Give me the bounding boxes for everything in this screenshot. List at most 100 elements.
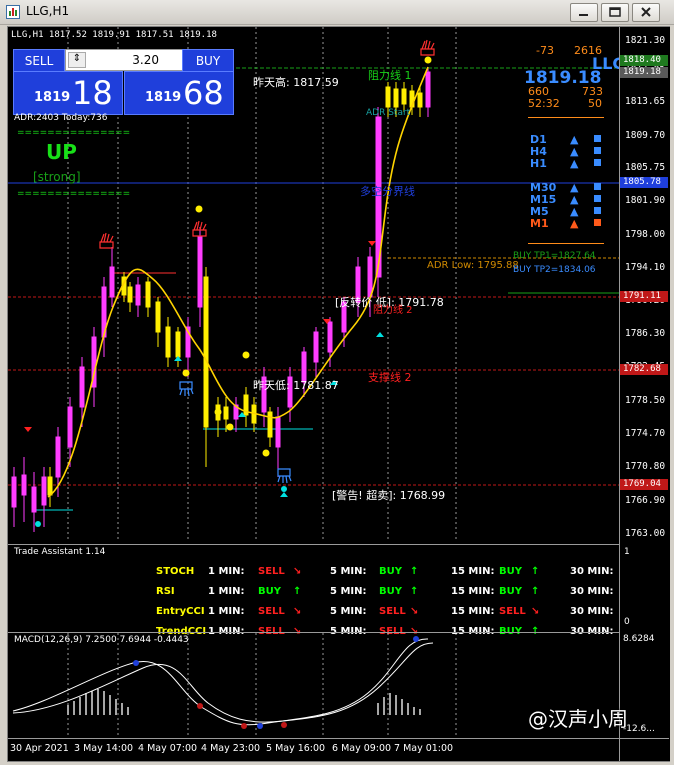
maximize-button[interactable] bbox=[601, 3, 629, 22]
indicator-name: STOCH bbox=[156, 566, 195, 577]
ask-big-digits: 68 bbox=[183, 74, 224, 112]
price-level-tag: 1819.18 bbox=[620, 67, 668, 78]
price-tick-label: 1763.00 bbox=[625, 528, 666, 539]
price-tick-label: 1821.30 bbox=[625, 35, 666, 46]
timeframe-row-m1: M1 ▲ bbox=[528, 217, 608, 230]
dashboard-row3-right: 50 bbox=[588, 97, 602, 110]
signal-value: SELL bbox=[499, 606, 526, 617]
time-axis-label: 5 May 16:00 bbox=[266, 743, 326, 754]
arrow-down-right-icon: ↘ bbox=[293, 566, 302, 577]
time-axis-label: 3 May 14:00 bbox=[74, 743, 134, 754]
timeframe-label: 15 MIN: bbox=[451, 586, 495, 597]
indicator-row-rsi: RSI 1 MIN: BUY ↑ 5 MIN: BUY ↑ 15 MIN: BUY ↑ 30 MIN… bbox=[8, 583, 619, 601]
lot-size-value: 3.20 bbox=[132, 53, 159, 67]
timeframe-label: 5 MIN: bbox=[330, 606, 367, 617]
price-level-tag: 1769.04 bbox=[620, 479, 668, 490]
chart-area[interactable]: LLG,H1 1817.52 1819.91 1817.51 1819.18 S… bbox=[7, 26, 670, 762]
window-title: LLG,H1 bbox=[26, 4, 70, 18]
price-tick-label: 1798.00 bbox=[625, 229, 666, 240]
macd-signal-line bbox=[12, 642, 434, 723]
watermark: @汉声小周 bbox=[528, 707, 628, 731]
status-square-icon bbox=[594, 207, 601, 214]
time-axis-label: 4 May 07:00 bbox=[138, 743, 198, 754]
minimize-icon bbox=[579, 14, 588, 16]
trend-divider-top: =============== bbox=[17, 128, 131, 138]
signal-value: SELL bbox=[379, 606, 406, 617]
indicator-row-stoch: STOCH 1 MIN: SELL ↘ 5 MIN: BUY ↑ 15 MIN: BUY ↑ 30 … bbox=[8, 563, 619, 581]
timeframe-name: H1 bbox=[530, 157, 547, 170]
indicator-row-entrycci: EntryCCI 1 MIN: SELL ↘ 5 MIN: SELL ↘ 15 MIN: SEL… bbox=[8, 603, 619, 621]
timeframe-label: 15 MIN: bbox=[451, 566, 495, 577]
arrow-up-icon: ↑ bbox=[293, 586, 302, 597]
arrow-up-icon: ▲ bbox=[570, 217, 579, 230]
price-tick-label: 1766.90 bbox=[625, 495, 666, 506]
timeframe-row-h4: H4 ▲ bbox=[528, 145, 608, 158]
yesterday-low-label: 昨天低: 1781.87 bbox=[253, 379, 339, 392]
resistance2-label: 阻力线 2 bbox=[373, 305, 413, 316]
close-button[interactable] bbox=[632, 3, 660, 22]
price-tick-label: 1770.80 bbox=[625, 461, 666, 472]
dashboard-divider bbox=[528, 117, 604, 118]
timeframe-label: 1 MIN: bbox=[208, 606, 245, 617]
status-square-icon bbox=[594, 219, 601, 226]
time-axis: 30 Apr 2021 3 May 14:00 4 May 07:00 4 May 2… bbox=[8, 738, 669, 762]
price-tick-label: 1774.70 bbox=[625, 428, 666, 439]
lot-size-input[interactable]: ⇕ 3.20 bbox=[65, 49, 184, 71]
minimize-button[interactable] bbox=[570, 3, 598, 22]
price-tick-label: 1801.90 bbox=[625, 195, 666, 206]
time-axis-label: 6 May 09:00 bbox=[332, 743, 392, 754]
status-square-icon bbox=[594, 183, 601, 190]
timeframe-label: 30 MIN: bbox=[570, 566, 614, 577]
signal-value: BUY bbox=[499, 586, 522, 597]
status-square-icon bbox=[594, 147, 601, 154]
macd-cross-markers bbox=[133, 636, 419, 729]
bid-big-digits: 18 bbox=[72, 74, 113, 112]
support2-label: 支撑线 2 bbox=[368, 371, 412, 384]
price-pane[interactable]: LLG,H1 1817.52 1819.91 1817.51 1819.18 S… bbox=[8, 27, 626, 541]
ask-quote-button[interactable]: 1819 68 bbox=[124, 71, 234, 115]
buy-button[interactable]: BUY bbox=[182, 49, 234, 73]
macd-axis-top: 8.6284 bbox=[623, 634, 655, 644]
ask-prefix: 1819 bbox=[145, 90, 182, 105]
trend-divider-bottom: =============== bbox=[17, 189, 131, 199]
signal-value: BUY bbox=[499, 566, 522, 577]
adr-start-label: ADR Start bbox=[366, 108, 411, 118]
price-level-tag: 1791.11 bbox=[620, 291, 668, 302]
timeframe-row-h1: H1 ▲ bbox=[528, 157, 608, 170]
arrow-down-right-icon: ↘ bbox=[410, 606, 419, 617]
dashboard-row3-left: 52:32 bbox=[528, 97, 560, 110]
time-axis-label: 4 May 23:00 bbox=[201, 743, 261, 754]
sell-button[interactable]: SELL bbox=[13, 49, 65, 73]
bull-bear-label: 多空分界线 bbox=[360, 185, 415, 198]
signal-value: BUY bbox=[379, 586, 402, 597]
timeframe-label: 30 MIN: bbox=[570, 586, 614, 597]
signal-value: BUY bbox=[258, 586, 281, 597]
timeframe-name: M1 bbox=[530, 217, 549, 230]
bid-prefix: 1819 bbox=[34, 90, 71, 105]
status-square-icon bbox=[594, 195, 601, 202]
yesterday-high-label: 昨天高: 1817.59 bbox=[253, 76, 339, 89]
bid-quote-button[interactable]: 1819 18 bbox=[13, 71, 123, 115]
lot-spinner-icon[interactable]: ⇕ bbox=[68, 52, 86, 68]
buy-tp2-label: BUY TP2=1834.06 bbox=[513, 265, 596, 275]
signal-value: SELL bbox=[258, 566, 285, 577]
resistance1-label: 阻力线 1 bbox=[368, 69, 412, 82]
adr-info: ADR:2403 Today:736 bbox=[14, 113, 108, 123]
adr-low-label: ADR Low: 1795.88 bbox=[427, 260, 519, 271]
price-level-tag: 1782.68 bbox=[620, 364, 668, 375]
signal-value: BUY bbox=[379, 566, 402, 577]
title-bar: LLG,H1 bbox=[0, 0, 674, 25]
trend-direction: UP bbox=[46, 140, 77, 164]
macd-main-line bbox=[12, 638, 429, 726]
arrow-down-right-icon: ↘ bbox=[293, 606, 302, 617]
indicator-name: EntryCCI bbox=[156, 606, 205, 617]
arrow-up-icon: ↑ bbox=[531, 586, 540, 597]
price-tick-label: 1813.65 bbox=[625, 96, 666, 107]
arrow-up-icon: ↑ bbox=[410, 586, 419, 597]
status-square-icon bbox=[594, 159, 601, 166]
application-window: LLG,H1 LLG,H1 1817.52 1819.91 1817.51 18… bbox=[0, 0, 674, 765]
price-tick-label: 1778.50 bbox=[625, 395, 666, 406]
timeframe-row-d1: D1 ▲ bbox=[528, 133, 608, 146]
dashboard-divider-bottom bbox=[528, 243, 604, 244]
trade-assistant-pane[interactable]: Trade Assistant 1.14 STOCH 1 MIN: SELL ↘ 5 M… bbox=[8, 544, 619, 637]
